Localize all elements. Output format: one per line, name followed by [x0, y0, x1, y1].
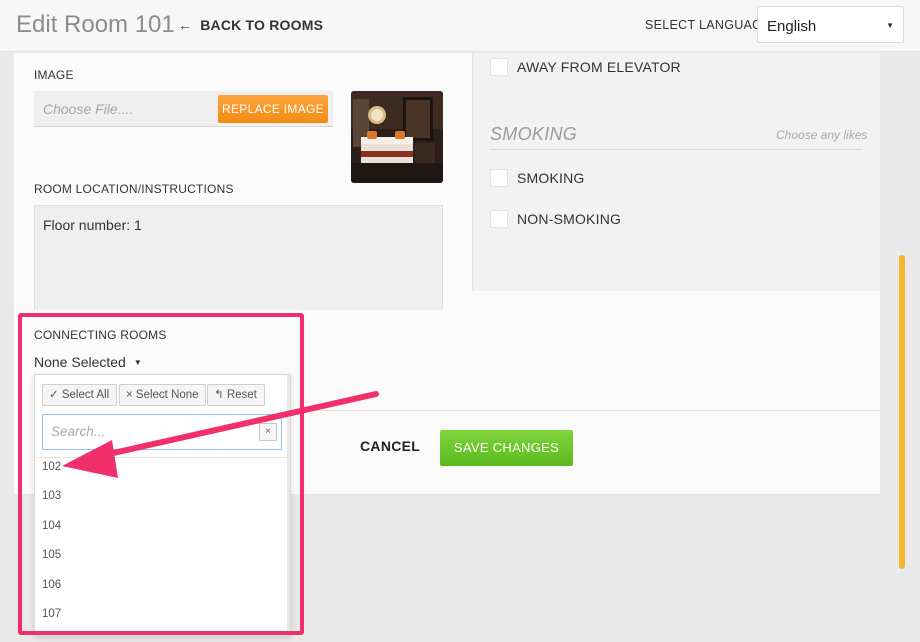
- smoking-section-hint: Choose any likes: [776, 128, 868, 142]
- away-from-elevator-checkbox[interactable]: [490, 58, 508, 76]
- non-smoking-checkbox[interactable]: [490, 210, 508, 228]
- smoking-option-label: SMOKING: [517, 170, 585, 186]
- away-from-elevator-label: AWAY FROM ELEVATOR: [517, 59, 681, 75]
- cancel-button[interactable]: CANCEL: [360, 438, 420, 454]
- dropdown-separator: [35, 457, 290, 458]
- page-title: Edit Room 101: [16, 11, 175, 38]
- room-option-102[interactable]: 102: [42, 461, 61, 473]
- caret-down-icon: ▼: [133, 358, 142, 367]
- section-divider: [490, 149, 862, 150]
- room-thumbnail-image: [351, 91, 443, 183]
- room-option-106[interactable]: 106: [42, 579, 61, 591]
- smoking-section-title: SMOKING: [490, 124, 578, 144]
- back-arrow-icon: ←: [178, 17, 193, 33]
- room-option-103[interactable]: 103: [42, 490, 61, 502]
- connecting-rooms-multiselect[interactable]: None Selected ▼: [34, 354, 142, 370]
- select-none-button[interactable]: × Select None: [119, 384, 206, 406]
- non-smoking-option-label: NON-SMOKING: [517, 211, 622, 227]
- back-to-rooms-label: BACK TO ROOMS: [200, 17, 324, 33]
- language-select-value: English: [767, 18, 817, 35]
- caret-down-icon: ▼: [886, 21, 894, 30]
- save-changes-button[interactable]: SAVE CHANGES: [440, 430, 573, 466]
- smoking-checkbox[interactable]: [490, 169, 508, 187]
- dropdown-scrollbar[interactable]: [287, 375, 290, 635]
- clear-search-icon[interactable]: ×: [259, 423, 277, 441]
- room-option-104[interactable]: 104: [42, 520, 61, 532]
- connecting-rooms-dropdown: ✓ Select All × Select None ↰ Reset Searc…: [34, 374, 291, 636]
- actions-divider: [300, 410, 880, 411]
- multiselect-value: None Selected: [34, 354, 126, 370]
- reset-button[interactable]: ↰ Reset: [207, 384, 265, 406]
- image-label: IMAGE: [34, 68, 74, 82]
- room-search-input[interactable]: Search... ×: [42, 414, 282, 450]
- room-search-placeholder: Search...: [51, 424, 106, 439]
- replace-image-button[interactable]: REPLACE IMAGE: [218, 95, 328, 123]
- file-input-placeholder: Choose File....: [43, 101, 134, 117]
- room-option-105[interactable]: 105: [42, 549, 61, 561]
- language-label: SELECT LANGUAGE: [645, 18, 771, 32]
- select-all-button[interactable]: ✓ Select All: [42, 384, 117, 406]
- back-to-rooms-link[interactable]: ← BACK TO ROOMS: [178, 17, 323, 33]
- page-scrollbar[interactable]: [899, 255, 905, 569]
- room-location-label: ROOM LOCATION/INSTRUCTIONS: [34, 182, 234, 196]
- connecting-rooms-label: CONNECTING ROOMS: [34, 328, 167, 342]
- room-option-107[interactable]: 107: [42, 608, 61, 620]
- language-select[interactable]: English ▼: [757, 6, 904, 43]
- room-location-value: Floor number: 1: [43, 217, 142, 233]
